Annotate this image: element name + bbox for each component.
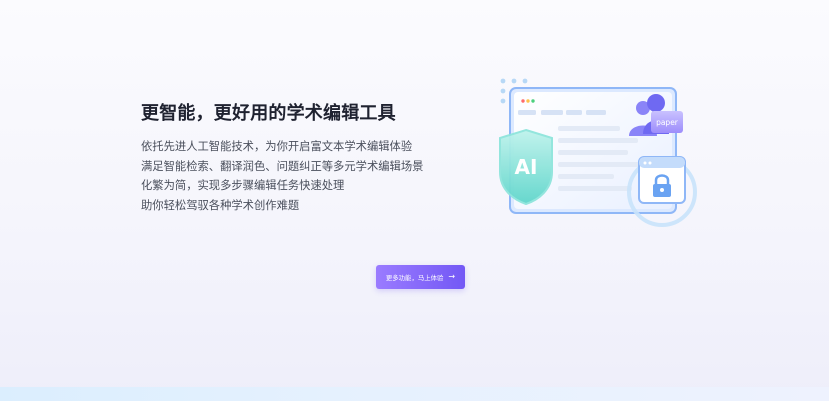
- ai-shield-icon: AI: [499, 128, 553, 206]
- description-line: 化繁为简，实现多步骤编辑任务快速处理: [141, 179, 345, 192]
- lock-icon: [627, 156, 697, 227]
- try-now-label: 更多功能，马上体验: [385, 273, 444, 282]
- description-line: 满足智能检索、翻译润色、问题纠正等多元学术编辑场景: [141, 159, 424, 173]
- next-section-edge: [0, 387, 829, 401]
- arrow-right-icon: →: [448, 272, 456, 281]
- hero-illustration: AI paper: [499, 78, 697, 227]
- try-now-button[interactable]: 更多功能，马上体验 →: [376, 265, 465, 289]
- hero-description: 依托先进人工智能技术，为你开启富文本学术编辑体验 满足智能检索、翻译润色、问题纠…: [141, 137, 423, 215]
- description-line: 依托先进人工智能技术，为你开启富文本学术编辑体验: [141, 140, 413, 153]
- description-line: 助你轻松驾驭各种学术创作难题: [141, 198, 300, 212]
- hero-section: 更智能，更好用的学术编辑工具 依托先进人工智能技术，为你开启富文本学术编辑体验 …: [0, 0, 829, 388]
- shield-label: AI: [515, 155, 538, 179]
- page-title: 更智能，更好用的学术编辑工具: [141, 103, 396, 124]
- paper-tag-label: paper: [656, 118, 679, 127]
